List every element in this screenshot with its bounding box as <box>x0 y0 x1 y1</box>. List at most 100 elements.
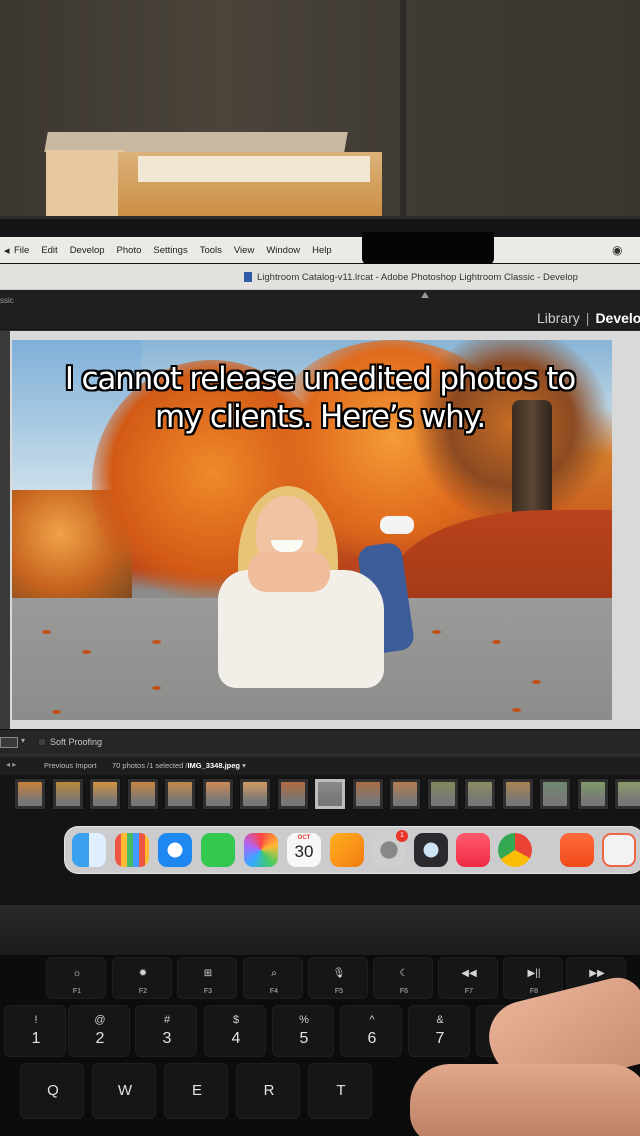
camera-notch <box>362 232 494 266</box>
soft-proofing-label: Soft Proofing <box>50 737 103 747</box>
key-number-7[interactable]: & 7 <box>408 1005 470 1057</box>
filmstrip-thumbnail[interactable] <box>201 778 234 810</box>
key-f4[interactable]: ⌕ F4 <box>243 957 303 999</box>
thumbnail-image <box>468 782 492 806</box>
filmstrip-thumbnail[interactable] <box>389 778 421 810</box>
music-icon[interactable] <box>456 833 490 867</box>
key-letter-w[interactable]: W <box>92 1063 156 1119</box>
calendar-day: 30 <box>294 842 314 861</box>
key-letter-e[interactable]: E <box>164 1063 228 1119</box>
filmstrip-thumbnail[interactable] <box>501 778 534 810</box>
key-number-5[interactable]: % 5 <box>272 1005 334 1057</box>
filmstrip-thumbnail[interactable] <box>164 778 196 810</box>
key-digit: 1 <box>31 1030 41 1047</box>
menu-view[interactable]: View <box>234 245 254 256</box>
filmstrip-source[interactable]: Previous Import <box>44 761 97 770</box>
mail-icon[interactable] <box>602 833 636 867</box>
filmstrip-thumbnail[interactable] <box>89 778 121 810</box>
module-library[interactable]: Library <box>537 310 580 326</box>
thumbnail-image <box>93 782 117 806</box>
filmstrip-thumbnail[interactable] <box>614 778 640 810</box>
menu-photo[interactable]: Photo <box>117 245 142 256</box>
window-titlebar: Lightroom Catalog-v11.lrcat - Adobe Phot… <box>0 264 640 290</box>
module-develop[interactable]: Develo <box>595 310 640 326</box>
key-f4-label: F4 <box>269 988 279 995</box>
key-f1[interactable]: ☼ F1 <box>46 957 106 999</box>
soft-proofing-checkbox[interactable] <box>38 738 46 746</box>
filename-dropdown-icon[interactable]: ▾ <box>242 761 246 770</box>
filmstrip-thumbnail[interactable] <box>351 778 384 810</box>
key-f5[interactable]: 🎙 F5 <box>308 957 368 999</box>
filmstrip-back-forward-icon[interactable]: ◂ ▸ <box>6 760 16 769</box>
filmstrip-thumbnail[interactable] <box>426 778 459 810</box>
thumbnail-image <box>318 782 342 806</box>
key-letter-label: W <box>117 1082 133 1099</box>
menu-file[interactable]: File <box>14 245 29 256</box>
loupe-view-button[interactable] <box>0 737 18 748</box>
filmstrip-thumbnail-selected[interactable] <box>314 778 346 810</box>
filmstrip-thumbnail[interactable] <box>576 778 609 810</box>
key-f7[interactable]: ◀◀ F7 <box>438 957 498 999</box>
key-number-4[interactable]: $4 <box>204 1005 266 1057</box>
window-title: Lightroom Catalog-v11.lrcat - Adobe Phot… <box>257 272 578 283</box>
menu-help[interactable]: Help <box>312 245 332 256</box>
thumbnail-image <box>393 782 417 806</box>
filmstrip-filename[interactable]: IMG_3348.jpeg <box>187 761 240 770</box>
collapse-top-panel-icon[interactable] <box>421 292 429 298</box>
key-number-2[interactable]: @2 <box>68 1005 130 1057</box>
filmstrip-count: 70 photos /1 selected /IMG_3348.jpeg ▾ <box>112 761 246 770</box>
photos-icon[interactable] <box>244 833 278 867</box>
chrome-icon[interactable] <box>498 833 532 867</box>
key-letter-r[interactable]: R <box>236 1063 300 1119</box>
thumbnail-image <box>18 782 42 806</box>
key-digit: 4 <box>231 1030 241 1047</box>
menu-settings[interactable]: Settings <box>153 245 187 256</box>
photo-leaf <box>512 708 521 712</box>
quicktime-icon[interactable] <box>414 833 448 867</box>
box-back <box>44 132 348 152</box>
finder-icon[interactable] <box>72 833 106 867</box>
status-menu-icon[interactable]: ◉ <box>612 243 622 257</box>
key-symbol: @ <box>94 1014 106 1026</box>
key-f2[interactable]: ✹ F2 <box>112 957 172 999</box>
messages-icon[interactable] <box>201 833 235 867</box>
pages-icon[interactable] <box>330 833 364 867</box>
key-f3[interactable]: ⊞ F3 <box>177 957 237 999</box>
key-symbol: $ <box>232 1014 240 1026</box>
key-number-6[interactable]: ^ 6 <box>340 1005 402 1057</box>
view-mode-chevron-icon[interactable]: ▾ <box>21 736 25 745</box>
key-f1-symbol-icon: ☼ <box>72 968 82 979</box>
menu-edit[interactable]: Edit <box>41 245 57 256</box>
thumbnail-image <box>543 782 567 806</box>
menu-develop[interactable]: Develop <box>70 245 105 256</box>
key-f6[interactable]: ☾ F6 <box>373 957 433 999</box>
filmstrip-source-bar: ◂ ▸ Previous Import 70 photos /1 selecte… <box>0 757 640 775</box>
key-f2-label: F2 <box>138 988 148 995</box>
photo-leaf <box>152 686 161 690</box>
photo-subject-hands <box>248 552 330 592</box>
filmstrip-count-text: 70 photos /1 selected / <box>112 761 188 770</box>
filmstrip-thumbnail[interactable] <box>464 778 496 810</box>
key-letter-t[interactable]: T <box>308 1063 372 1119</box>
launchpad-icon[interactable] <box>115 833 149 867</box>
key-letter-label: E <box>191 1082 202 1099</box>
key-digit: 5 <box>299 1030 309 1047</box>
menu-tools[interactable]: Tools <box>200 245 222 256</box>
menu-window[interactable]: Window <box>266 245 300 256</box>
key-letter-q[interactable]: Q <box>20 1063 84 1119</box>
filmstrip-thumbnail[interactable] <box>14 778 46 810</box>
brave-icon[interactable] <box>560 833 594 867</box>
module-picker: Library | Develo <box>537 310 640 326</box>
filmstrip-thumbnail[interactable] <box>276 778 309 810</box>
filmstrip-thumbnail[interactable] <box>239 778 271 810</box>
filmstrip-thumbnail[interactable] <box>51 778 84 810</box>
left-panel-edge[interactable] <box>0 331 10 729</box>
thumbnail-image <box>168 782 192 806</box>
filmstrip-thumbnail[interactable] <box>539 778 571 810</box>
filmstrip-thumbnail[interactable] <box>126 778 159 810</box>
notification-badge: 1 <box>396 830 408 842</box>
key-number-3[interactable]: #3 <box>135 1005 197 1057</box>
safari-icon[interactable] <box>158 833 192 867</box>
key-symbol: ! <box>34 1014 38 1026</box>
key-number-1[interactable]: ! 1 <box>4 1005 66 1057</box>
